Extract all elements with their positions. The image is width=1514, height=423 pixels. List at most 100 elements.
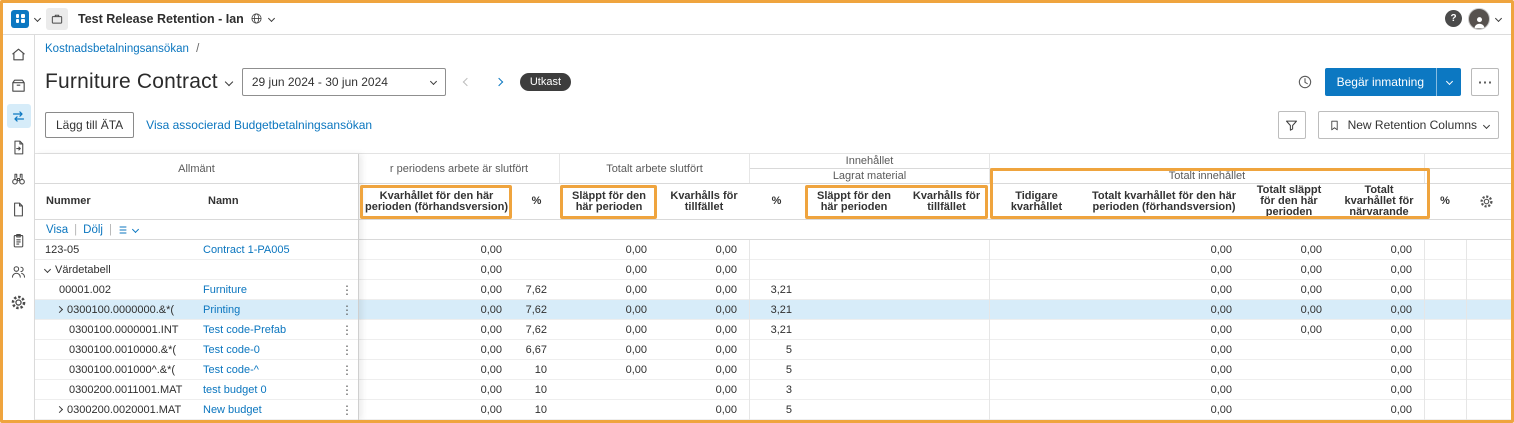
table-row[interactable]: 0,00 7,62 0,00 0,00 3,21 0,00 0,00 0,00 bbox=[359, 279, 1511, 300]
sidebar-item-export[interactable] bbox=[7, 135, 31, 159]
help-button[interactable]: ? bbox=[1445, 10, 1462, 27]
date-range-select[interactable]: 29 jun 2024 - 30 jun 2024 bbox=[241, 67, 446, 96]
sidebar-item-payment-applications[interactable] bbox=[6, 104, 31, 128]
row-name-link[interactable]: test budget 0 bbox=[203, 384, 267, 396]
col-header-total-retained-period[interactable]: Totalt kvarhållet för den här perioden (… bbox=[1084, 184, 1244, 219]
row-number-cell: 0300200.0020001.MAT bbox=[35, 404, 203, 416]
table-row[interactable]: 0,00 10 0,00 0,00 5 0,00 0,00 bbox=[359, 359, 1511, 380]
table-row[interactable]: 0300200.0020001.MAT New budget ⋮ bbox=[35, 400, 358, 420]
row-name-link[interactable]: Test code-^ bbox=[203, 364, 259, 376]
history-icon[interactable] bbox=[1297, 74, 1313, 90]
request-input-button[interactable]: Begär inmatning bbox=[1324, 67, 1461, 96]
request-input-caret[interactable] bbox=[1436, 67, 1461, 96]
row-name-link[interactable]: Test code-Prefab bbox=[203, 324, 286, 336]
row-value bbox=[804, 240, 904, 260]
row-menu-kebab-icon[interactable]: ⋮ bbox=[341, 383, 353, 397]
filter-button[interactable] bbox=[1277, 111, 1306, 139]
row-value bbox=[989, 319, 1084, 340]
col-header-sm-released-period[interactable]: Släppt för den här perioden bbox=[804, 184, 904, 219]
column-settings-button[interactable] bbox=[1466, 184, 1506, 219]
row-menu-kebab-icon[interactable]: ⋮ bbox=[341, 283, 353, 297]
row-value bbox=[804, 380, 904, 400]
box-icon bbox=[12, 79, 25, 92]
caret-down-icon[interactable] bbox=[33, 14, 42, 23]
table-row[interactable]: 0,00 6,67 0,00 0,00 5 0,00 0,00 bbox=[359, 339, 1511, 360]
caret-down-icon bbox=[224, 77, 234, 86]
row-name-link[interactable]: Contract 1-PA005 bbox=[203, 244, 290, 256]
row-name-cell: Printing bbox=[203, 304, 336, 316]
row-value: 0,00 bbox=[1300, 283, 1322, 296]
col-header-sm-held-currently[interactable]: Kvarhålls för tillfället bbox=[904, 184, 989, 219]
more-actions-button[interactable]: ⋯ bbox=[1471, 67, 1499, 96]
table-row[interactable]: 0300100.0010000.&*(Test code-0 ⋮ bbox=[35, 340, 358, 360]
sidebar-item-home[interactable] bbox=[7, 42, 31, 66]
list-view-icon[interactable] bbox=[118, 224, 140, 236]
table-row[interactable]: 0,00 0,00 0,00 0,00 0,00 0,00 bbox=[359, 240, 1511, 260]
table-row[interactable]: 0300100.0000001.INT Test code-Prefab ⋮ bbox=[35, 320, 358, 340]
col-header-namn[interactable]: Namn bbox=[203, 184, 358, 219]
col-header-total-released-period[interactable]: Totalt släppt för den här perioden bbox=[1244, 184, 1334, 219]
col-header-total-retained-now[interactable]: Totalt kvarhållet för närvarande bbox=[1334, 184, 1424, 219]
table-row[interactable]: 0,00 0,00 0,00 0,00 0,00 0,00 bbox=[359, 259, 1511, 280]
show-associated-link[interactable]: Visa associerad Budgetbetalningsansökan bbox=[146, 118, 372, 132]
row-value: 0,00 bbox=[1390, 283, 1412, 296]
col-header-held-currently[interactable]: Kvarhålls för tillfället bbox=[659, 184, 749, 219]
columns-preset-select[interactable]: New Retention Columns bbox=[1317, 111, 1499, 139]
row-value bbox=[749, 259, 804, 280]
table-row[interactable]: 0,00 10 0,00 3 0,00 0,00 bbox=[359, 379, 1511, 400]
row-number: 0300200.0020001.MAT bbox=[67, 403, 182, 416]
row-menu-kebab-icon[interactable]: ⋮ bbox=[341, 403, 353, 417]
col-header-retained-period[interactable]: Kvarhållet för den här perioden (förhand… bbox=[359, 184, 514, 219]
sidebar-item-journal[interactable] bbox=[7, 228, 31, 252]
avatar[interactable] bbox=[1468, 7, 1490, 30]
sidebar-item-documents[interactable] bbox=[7, 197, 31, 221]
col-header-prev-retained[interactable]: Tidigare kvarhållet bbox=[989, 184, 1084, 219]
row-menu-kebab-icon[interactable]: ⋮ bbox=[341, 343, 353, 357]
row-name-link[interactable]: Test code-0 bbox=[203, 344, 260, 356]
row-name-link[interactable]: Printing bbox=[203, 304, 240, 316]
sidebar-item-search[interactable] bbox=[7, 166, 31, 190]
col-header-percent[interactable]: % bbox=[749, 184, 804, 219]
page-title-dropdown[interactable]: Furniture Contract bbox=[45, 70, 234, 94]
caret-down-icon[interactable] bbox=[1494, 14, 1503, 23]
sidebar-item-users[interactable] bbox=[7, 259, 31, 283]
caret-down-icon[interactable] bbox=[267, 14, 275, 23]
row-value: 0,00 bbox=[480, 383, 502, 396]
expand-caret-icon[interactable] bbox=[55, 405, 64, 414]
col-header-percent[interactable]: % bbox=[1424, 184, 1466, 219]
workspace-icon[interactable] bbox=[46, 7, 68, 30]
row-name-link[interactable]: Furniture bbox=[203, 284, 247, 296]
col-header-released-period[interactable]: Släppt för den här perioden bbox=[559, 184, 659, 219]
hide-link[interactable]: Dölj bbox=[83, 224, 103, 236]
row-name-link[interactable]: New budget bbox=[203, 404, 262, 416]
sidebar-item-projects[interactable] bbox=[7, 73, 31, 97]
table-row[interactable]: Värdetabell bbox=[35, 260, 358, 280]
show-link[interactable]: Visa bbox=[46, 224, 68, 236]
row-name-cell: test budget 0 bbox=[203, 384, 336, 396]
table-row[interactable]: 123-05 Contract 1-PA005 bbox=[35, 240, 358, 260]
collapse-caret-icon[interactable] bbox=[43, 265, 52, 274]
actions-row: Lägg till ÄTA Visa associerad Budgetbeta… bbox=[35, 99, 1511, 139]
col-header-percent[interactable]: % bbox=[514, 184, 559, 219]
sidebar-item-settings[interactable] bbox=[7, 290, 31, 314]
prev-period-button[interactable] bbox=[455, 69, 478, 94]
table-row[interactable]: 00001.002 Furniture ⋮ bbox=[35, 280, 358, 300]
table-row[interactable]: 0,00 7,62 0,00 0,00 3,21 0,00 0,00 0,00 bbox=[359, 299, 1511, 320]
breadcrumb-link[interactable]: Kostnadsbetalningsansökan bbox=[45, 43, 189, 55]
table-row[interactable]: 0300200.0011001.MAT test budget 0 ⋮ bbox=[35, 380, 358, 400]
row-menu-kebab-icon[interactable]: ⋮ bbox=[341, 323, 353, 337]
row-menu-kebab-icon[interactable]: ⋮ bbox=[341, 303, 353, 317]
add-ata-button[interactable]: Lägg till ÄTA bbox=[45, 112, 135, 138]
table-row[interactable]: 0,00 7,62 0,00 0,00 3,21 0,00 0,00 0,00 bbox=[359, 319, 1511, 340]
next-period-button[interactable] bbox=[487, 69, 510, 94]
table-row[interactable]: 0300100.0000000.&*(Printing ⋮ bbox=[35, 300, 358, 320]
binoculars-icon bbox=[12, 173, 25, 184]
table-row[interactable]: 0300100.001000^.&*(Test code-^ ⋮ bbox=[35, 360, 358, 380]
expand-caret-icon[interactable] bbox=[55, 305, 64, 314]
app-logo[interactable] bbox=[11, 9, 29, 28]
col-header-nummer[interactable]: Nummer bbox=[35, 184, 203, 219]
row-menu-kebab-icon[interactable]: ⋮ bbox=[341, 363, 353, 377]
row-value: 0,00 bbox=[1390, 363, 1412, 376]
row-gear-cell bbox=[1466, 240, 1506, 260]
table-row[interactable]: 0,00 10 0,00 5 0,00 0,00 bbox=[359, 399, 1511, 420]
